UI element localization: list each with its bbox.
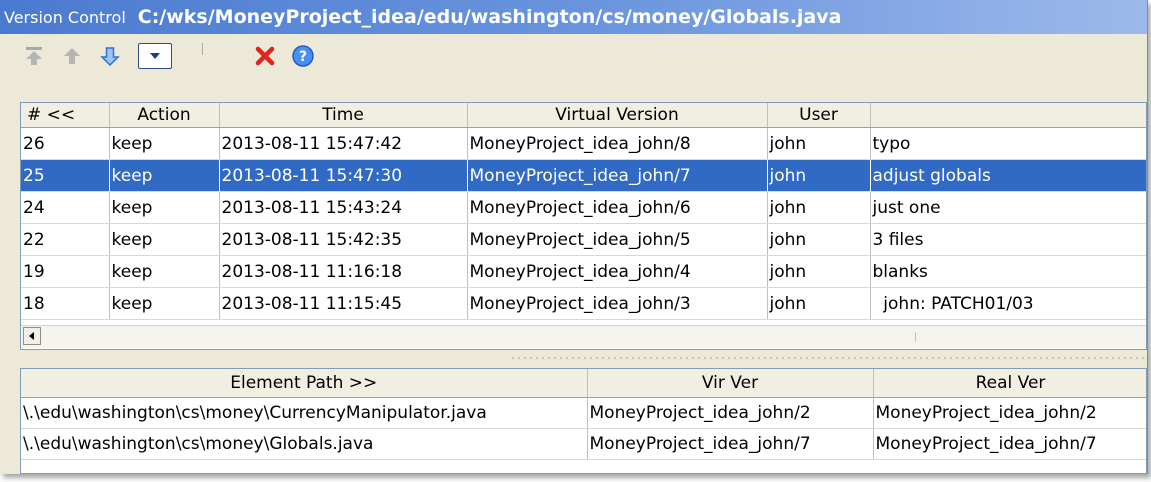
- cell-user: john: [767, 255, 871, 288]
- cell-virtual-version: MoneyProject_idea_john/6: [467, 191, 768, 224]
- cell-comment: 3 files: [870, 223, 1146, 256]
- version-control-window: Version Control C:/wks/MoneyProject_idea…: [0, 0, 1150, 474]
- up-arrow-icon[interactable]: [58, 42, 86, 70]
- cell-number: 25: [21, 159, 110, 192]
- cell-time: 2013-08-11 11:16:18: [219, 255, 468, 288]
- toolbar: ?: [0, 34, 1147, 78]
- cell-vir-ver: MoneyProject_idea_john/2: [587, 397, 874, 429]
- cell-element-path: \.\edu\washington\cs\money\Globals.java: [21, 428, 588, 460]
- scroll-left-icon[interactable]: [23, 327, 41, 345]
- col-header-user[interactable]: User: [767, 103, 871, 128]
- history-row[interactable]: 19 keep 2013-08-11 11:16:18 MoneyProject_id…: [21, 255, 1146, 288]
- cell-real-ver: MoneyProject_idea_john/2: [873, 397, 1146, 429]
- cell-number: 24: [21, 191, 110, 224]
- history-horizontal-scrollbar[interactable]: [21, 325, 1146, 348]
- cell-comment: adjust globals: [870, 159, 1146, 192]
- svg-text:?: ?: [299, 49, 307, 65]
- history-table: # << Action Time Virtual Version User 26…: [21, 103, 1146, 320]
- history-header-row: # << Action Time Virtual Version User: [21, 103, 1146, 128]
- title-bar: Version Control C:/wks/MoneyProject_idea…: [0, 0, 1147, 34]
- col-header-comment[interactable]: [870, 103, 1146, 128]
- cell-number: 26: [21, 127, 110, 160]
- cell-virtual-version: MoneyProject_idea_john/8: [467, 127, 768, 160]
- col-header-vir-ver[interactable]: Vir Ver: [587, 369, 874, 398]
- cell-action: keep: [109, 223, 220, 256]
- elements-header-row: Element Path >> Vir Ver Real Ver: [21, 369, 1146, 398]
- col-header-element-path[interactable]: Element Path >>: [21, 369, 588, 398]
- cell-comment: john: PATCH01/03: [870, 287, 1146, 320]
- col-header-virtual-version[interactable]: Virtual Version: [467, 103, 768, 128]
- cell-action: keep: [109, 159, 220, 192]
- cell-number: 19: [21, 255, 110, 288]
- cell-virtual-version: MoneyProject_idea_john/5: [467, 223, 768, 256]
- cell-number: 18: [21, 287, 110, 320]
- history-row[interactable]: 26 keep 2013-08-11 15:47:42 MoneyProject_id…: [21, 127, 1146, 160]
- cell-user: john: [767, 191, 871, 224]
- col-header-action[interactable]: Action: [109, 103, 220, 128]
- dropdown-icon[interactable]: [138, 43, 172, 69]
- cell-virtual-version: MoneyProject_idea_john/7: [467, 159, 768, 192]
- cell-user: john: [767, 159, 871, 192]
- cell-vir-ver: MoneyProject_idea_john/7: [587, 428, 874, 460]
- delete-x-icon[interactable]: [251, 42, 279, 70]
- pane-splitter[interactable]: [510, 356, 1150, 360]
- history-table-container: # << Action Time Virtual Version User 26…: [20, 102, 1147, 350]
- cell-user: john: [767, 287, 871, 320]
- cell-time: 2013-08-11 15:47:42: [219, 127, 468, 160]
- cell-virtual-version: MoneyProject_idea_john/3: [467, 287, 768, 320]
- cell-comment: blanks: [870, 255, 1146, 288]
- cell-comment: just one: [870, 191, 1146, 224]
- toolbar-separator: [202, 43, 203, 55]
- cell-real-ver: MoneyProject_idea_john/7: [873, 428, 1146, 460]
- window-file-path: C:/wks/MoneyProject_idea/edu/washington/…: [137, 6, 842, 28]
- cell-user: john: [767, 223, 871, 256]
- cell-action: keep: [109, 127, 220, 160]
- cell-action: keep: [109, 287, 220, 320]
- elements-table: Element Path >> Vir Ver Real Ver \.\edu\…: [21, 369, 1146, 460]
- history-row[interactable]: 25 keep 2013-08-11 15:47:30 MoneyProject_id…: [21, 159, 1146, 192]
- element-row[interactable]: \.\edu\washington\cs\money\CurrencyManip…: [21, 397, 1146, 429]
- cell-virtual-version: MoneyProject_idea_john/4: [467, 255, 768, 288]
- history-row[interactable]: 18 keep 2013-08-11 11:15:45 MoneyProject_id…: [21, 287, 1146, 320]
- history-row[interactable]: 24 keep 2013-08-11 15:43:24 MoneyProject_id…: [21, 191, 1146, 224]
- history-row[interactable]: 22 keep 2013-08-11 15:42:35 MoneyProject_id…: [21, 223, 1146, 256]
- cell-element-path: \.\edu\washington\cs\money\CurrencyManip…: [21, 397, 588, 429]
- elements-table-container: Element Path >> Vir Ver Real Ver \.\edu\…: [20, 368, 1147, 474]
- cell-action: keep: [109, 191, 220, 224]
- cell-comment: typo: [870, 127, 1146, 160]
- scrollbar-grip: [915, 332, 936, 342]
- cell-time: 2013-08-11 15:47:30: [219, 159, 468, 192]
- down-arrow-icon[interactable]: [96, 42, 124, 70]
- col-header-number[interactable]: # <<: [21, 103, 110, 128]
- element-row[interactable]: \.\edu\washington\cs\money\Globals.java M…: [21, 428, 1146, 460]
- col-header-real-ver[interactable]: Real Ver: [873, 369, 1146, 398]
- help-question-icon[interactable]: ?: [289, 42, 317, 70]
- cell-action: keep: [109, 255, 220, 288]
- window-app-name: Version Control: [4, 7, 126, 27]
- cell-time: 2013-08-11 15:42:35: [219, 223, 468, 256]
- cell-time: 2013-08-11 15:43:24: [219, 191, 468, 224]
- col-header-time[interactable]: Time: [219, 103, 468, 128]
- cell-number: 22: [21, 223, 110, 256]
- cell-user: john: [767, 127, 871, 160]
- first-icon[interactable]: [20, 42, 48, 70]
- cell-time: 2013-08-11 11:15:45: [219, 287, 468, 320]
